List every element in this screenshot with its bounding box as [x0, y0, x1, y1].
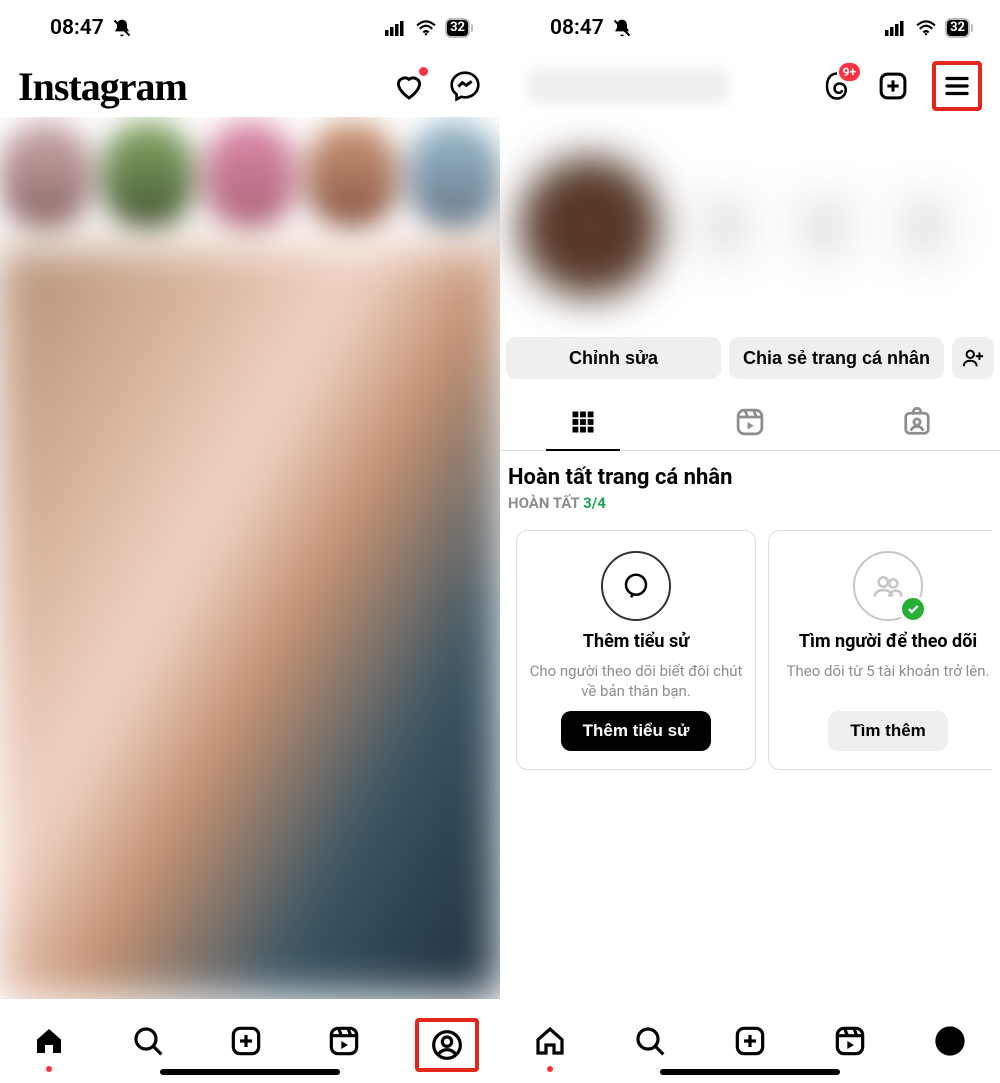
- cellular-icon: [885, 20, 907, 36]
- notification-dot-icon: [419, 67, 428, 76]
- card-title: Tìm người để theo dõi: [799, 631, 977, 652]
- feed-content-blurred: [0, 117, 500, 999]
- nav-reels[interactable]: [822, 1018, 878, 1064]
- nav-home[interactable]: [21, 1018, 77, 1064]
- profile-tabs: [500, 393, 1000, 451]
- card-add-bio: Thêm tiểu sử Cho người theo dõi biết đôi…: [516, 530, 756, 770]
- find-more-button[interactable]: Tìm thêm: [828, 711, 948, 751]
- cellular-icon: [385, 20, 407, 36]
- threads-button[interactable]: 9+: [820, 69, 854, 103]
- home-indicator[interactable]: [660, 1069, 840, 1075]
- complete-title: Hoàn tất trang cá nhân: [508, 465, 992, 490]
- instagram-logo[interactable]: Instagram: [18, 63, 187, 110]
- add-bio-button[interactable]: Thêm tiểu sử: [561, 711, 712, 751]
- bottom-nav: [500, 999, 1000, 1083]
- card-title: Thêm tiểu sử: [583, 631, 689, 652]
- status-bar: 08:47 32: [500, 0, 1000, 55]
- edit-profile-button[interactable]: Chỉnh sửa: [506, 337, 721, 379]
- nav-home-dot-icon: [547, 1066, 553, 1072]
- share-profile-button[interactable]: Chia sẻ trang cá nhân: [729, 337, 944, 379]
- bell-off-icon: [112, 18, 132, 38]
- profile-screen: 08:47 32 9+: [500, 0, 1000, 1083]
- nav-reels[interactable]: [316, 1018, 372, 1064]
- nav-home[interactable]: [522, 1018, 578, 1064]
- avatar[interactable]: [520, 157, 660, 297]
- discover-people-button[interactable]: [952, 337, 994, 379]
- feed-header: Instagram: [0, 55, 500, 117]
- profile-action-row: Chỉnh sửa Chia sẻ trang cá nhân: [500, 337, 1000, 393]
- tab-tagged[interactable]: [833, 393, 1000, 450]
- wifi-icon: [415, 20, 437, 36]
- card-desc: Cho người theo dõi biết đôi chút về bản …: [527, 662, 745, 701]
- status-time: 08:47: [550, 16, 604, 40]
- tab-grid[interactable]: [500, 393, 667, 450]
- messenger-button[interactable]: [448, 69, 482, 103]
- nav-profile[interactable]: [922, 1018, 978, 1064]
- complete-profile-section: Hoàn tất trang cá nhân HOÀN TẤT 3/4 Thêm…: [500, 451, 1000, 770]
- nav-profile[interactable]: [415, 1018, 479, 1072]
- people-icon: [853, 551, 923, 621]
- create-button[interactable]: [876, 69, 910, 103]
- battery-icon: 32: [445, 18, 470, 38]
- threads-badge: 9+: [837, 61, 862, 83]
- activity-heart-button[interactable]: [392, 69, 426, 103]
- nav-search[interactable]: [622, 1018, 678, 1064]
- nav-search[interactable]: [120, 1018, 176, 1064]
- status-time: 08:47: [50, 16, 104, 40]
- profile-header: 9+: [500, 55, 1000, 117]
- nav-home-dot-icon: [46, 1066, 52, 1072]
- check-icon: [899, 595, 927, 623]
- menu-hamburger-button[interactable]: [932, 61, 982, 111]
- home-indicator[interactable]: [160, 1069, 340, 1075]
- speech-bubble-icon: [601, 551, 671, 621]
- profile-info-blurred: [500, 117, 1000, 337]
- nav-create[interactable]: [218, 1018, 274, 1064]
- status-bar: 08:47 32: [0, 0, 500, 55]
- bell-off-icon: [612, 18, 632, 38]
- nav-create[interactable]: [722, 1018, 778, 1064]
- card-find-follow: Tìm người để theo dõi Theo dõi từ 5 tài …: [768, 530, 992, 770]
- feed-screen: 08:47 32 Instagram: [0, 0, 500, 1083]
- username-blurred[interactable]: [528, 69, 728, 103]
- wifi-icon: [915, 20, 937, 36]
- tab-reels[interactable]: [667, 393, 834, 450]
- card-desc: Theo dõi từ 5 tài khoản trở lên.: [787, 662, 990, 682]
- battery-icon: 32: [945, 18, 970, 38]
- complete-subtitle: HOÀN TẤT 3/4: [508, 494, 992, 512]
- bottom-nav: [0, 999, 500, 1083]
